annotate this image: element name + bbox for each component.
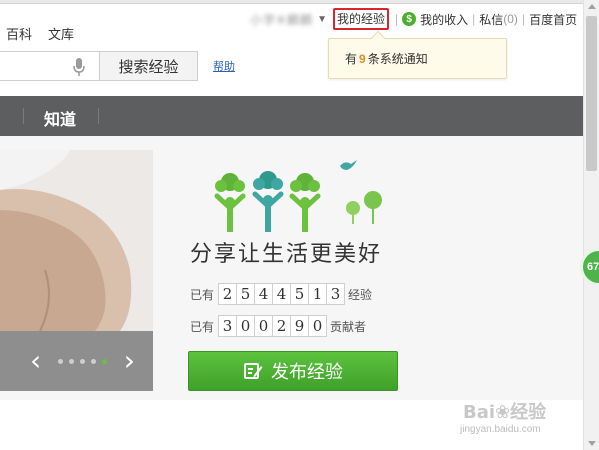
slide-dot[interactable] bbox=[58, 358, 63, 364]
stat-suffix: 经验 bbox=[348, 287, 373, 302]
digit: 0 bbox=[254, 315, 274, 337]
digit: 2 bbox=[272, 315, 292, 337]
digit: 3 bbox=[326, 283, 346, 305]
digit: 0 bbox=[236, 315, 256, 337]
digit-counter: 2 5 4 4 5 1 3 bbox=[218, 283, 346, 305]
digit: 1 bbox=[308, 283, 328, 305]
scroll-down-icon[interactable] bbox=[588, 441, 596, 446]
experience-count: 已有 2 5 4 4 5 1 3 经验 bbox=[190, 283, 372, 305]
slide-dot[interactable] bbox=[69, 358, 74, 364]
messages-count: (0) bbox=[503, 12, 518, 26]
channel-bar: 知道 bbox=[0, 96, 583, 136]
chevron-down-icon[interactable]: ▼ bbox=[317, 14, 327, 25]
notice-count: 9 bbox=[359, 51, 366, 66]
search-bar: 搜索经验 帮助 bbox=[0, 51, 235, 81]
user-bar: 小学※麟麟 ▼ 我的经验 | $ 我的收入 | 私信 (0) | 百度首页 bbox=[250, 8, 577, 30]
divider: | bbox=[394, 12, 399, 26]
help-link[interactable]: 帮助 bbox=[213, 58, 235, 74]
stat-prefix: 已有 bbox=[190, 319, 215, 334]
messages-link[interactable]: 私信 bbox=[479, 11, 503, 28]
digit-counter: 3 0 0 2 9 0 bbox=[218, 315, 328, 337]
vertical-scrollbar[interactable] bbox=[583, 0, 599, 450]
slide-dots bbox=[58, 358, 107, 364]
search-button[interactable]: 搜索经验 bbox=[100, 51, 198, 81]
divider bbox=[23, 108, 24, 124]
digit: 0 bbox=[308, 315, 328, 337]
publish-experience-button[interactable]: 发布经验 bbox=[188, 351, 398, 391]
contributor-count: 已有 3 0 0 2 9 0 贡献者 bbox=[190, 315, 366, 337]
slide-dot[interactable] bbox=[80, 358, 85, 364]
coin-icon: $ bbox=[402, 12, 417, 26]
baidu-home-link[interactable]: 百度首页 bbox=[529, 11, 577, 28]
search-input[interactable] bbox=[0, 51, 100, 81]
slogan: 分享让生活更美好 bbox=[190, 242, 383, 267]
my-experience-link[interactable]: 我的经验 bbox=[332, 8, 389, 30]
notice-prefix: 有 bbox=[345, 52, 358, 66]
edit-icon bbox=[244, 363, 263, 379]
notice-suffix: 条系统通知 bbox=[367, 52, 428, 66]
digit: 3 bbox=[218, 315, 238, 337]
digit: 9 bbox=[290, 315, 310, 337]
channel-zhidao[interactable]: 知道 bbox=[44, 106, 76, 130]
nav-wenku[interactable]: 文库 bbox=[48, 24, 74, 43]
slideshow[interactable]: ‹ › bbox=[0, 150, 153, 391]
digit: 4 bbox=[254, 283, 274, 305]
watermark-logo: Bai❀经验 bbox=[463, 402, 547, 423]
digit: 5 bbox=[236, 283, 256, 305]
chevron-right-icon[interactable]: › bbox=[124, 347, 135, 375]
my-income-link[interactable]: 我的收入 bbox=[420, 11, 468, 28]
top-border bbox=[0, 0, 583, 4]
stat-prefix: 已有 bbox=[190, 287, 215, 302]
scroll-up-icon[interactable] bbox=[588, 4, 596, 9]
publish-label: 发布经验 bbox=[271, 362, 343, 382]
nav-baike[interactable]: 百科 bbox=[6, 24, 32, 43]
scrollbar-thumb[interactable] bbox=[586, 16, 597, 171]
divider: | bbox=[472, 12, 476, 26]
divider bbox=[98, 108, 99, 124]
digit: 4 bbox=[272, 283, 292, 305]
divider: | bbox=[521, 12, 526, 26]
microphone-icon[interactable] bbox=[72, 57, 86, 77]
watermark-url: jingyan.baidu.com bbox=[460, 424, 541, 435]
slide-image bbox=[0, 150, 153, 332]
family-trees-logo bbox=[214, 160, 382, 232]
slide-dot[interactable] bbox=[91, 358, 96, 364]
top-nav: 百科 文库 bbox=[6, 24, 74, 43]
popup-arrow bbox=[370, 30, 386, 46]
digit: 5 bbox=[290, 283, 310, 305]
digit: 2 bbox=[218, 283, 238, 305]
slideshow-controls: ‹ › bbox=[0, 331, 153, 391]
username[interactable]: 小学※麟麟 bbox=[250, 11, 313, 28]
stat-suffix: 贡献者 bbox=[330, 319, 367, 334]
notification-popup[interactable]: 有 9 条系统通知 bbox=[328, 30, 507, 79]
slide-dot-active[interactable] bbox=[102, 358, 107, 364]
chevron-left-icon[interactable]: ‹ bbox=[30, 347, 41, 375]
